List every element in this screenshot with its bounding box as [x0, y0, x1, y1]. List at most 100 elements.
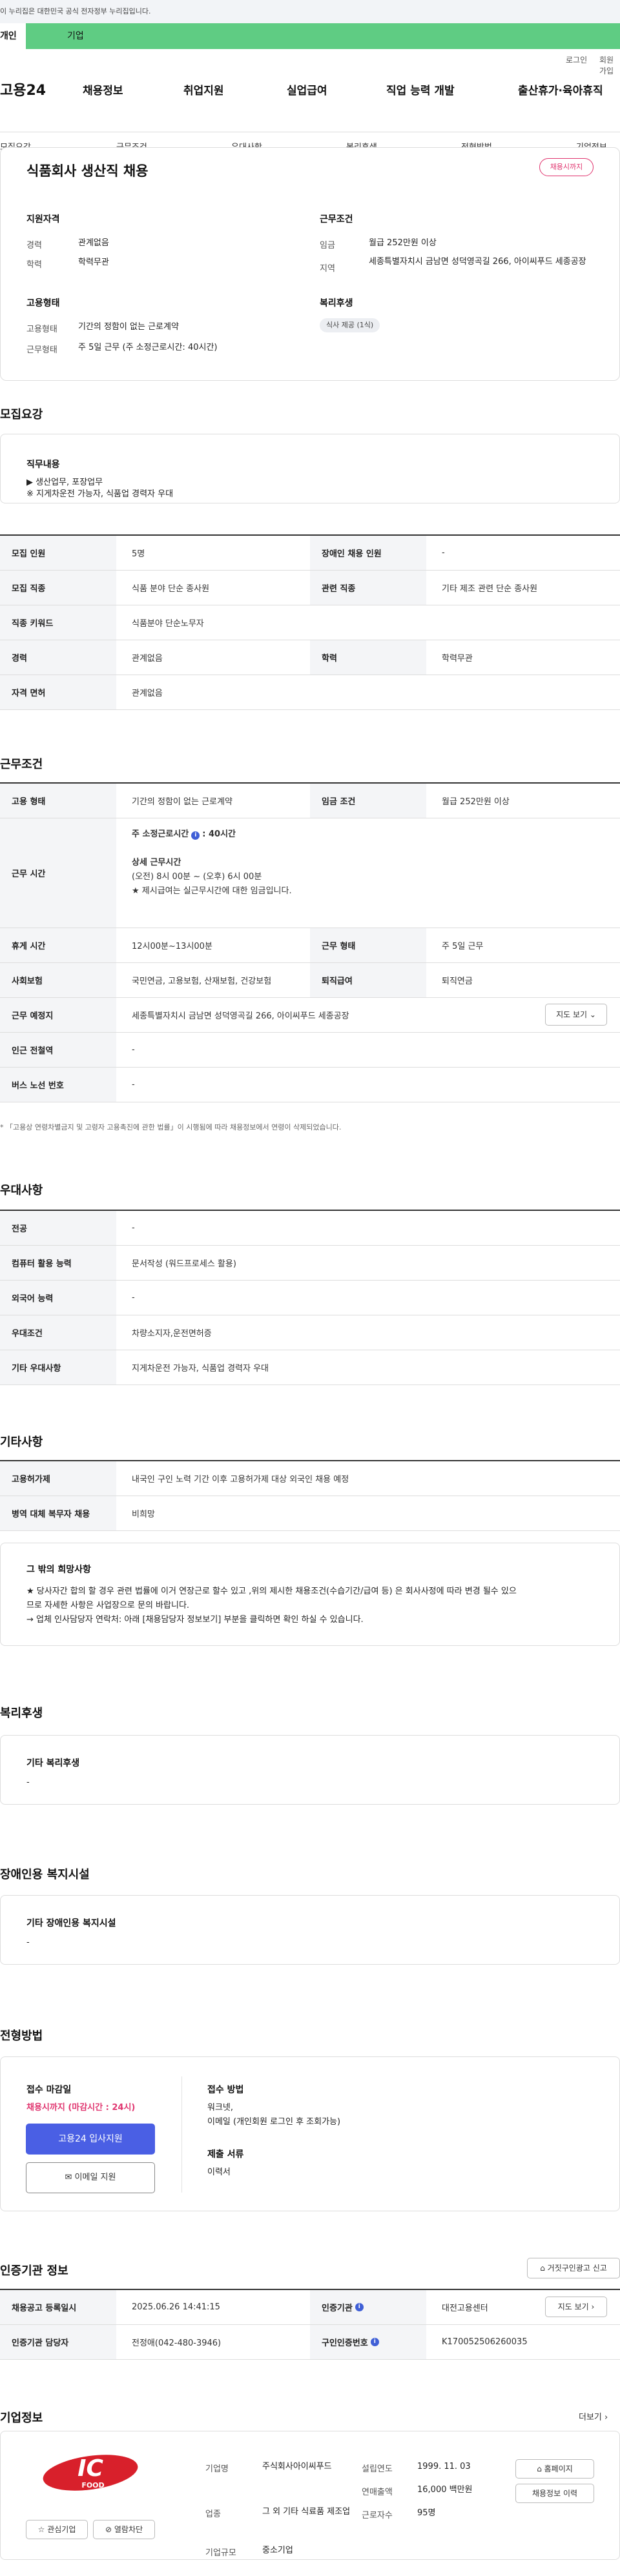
login-link[interactable]: 로그인	[566, 54, 587, 65]
other-line-1: ★ 당사자간 합의 할 경우 관련 법률에 이거 연장근로 할수 있고 ,위의 …	[26, 1587, 517, 1596]
th-major: 전공	[0, 1211, 116, 1245]
deadline-value: 채용시까지 (마감시간 : 24시)	[26, 2103, 136, 2113]
cond-heading: 근무조건	[320, 214, 353, 225]
info-icon[interactable]: i	[370, 2338, 379, 2346]
table-row: 컴퓨터 활용 능력 문서작성 (워드프로세스 활용)	[0, 1246, 620, 1281]
th-job-type: 모집 직종	[0, 571, 116, 605]
welfare-section-title: 복리후생	[0, 1707, 43, 1720]
table-row: 외국어 능력 -	[0, 1281, 620, 1315]
method-line-1: 워크넷,	[207, 2103, 234, 2113]
table-row: 우대조건 차량소지자,운전면허증	[0, 1315, 620, 1350]
divider	[181, 2076, 182, 2193]
block-view-button[interactable]: ⊘ 열람차단	[93, 2520, 155, 2539]
mail-icon: ✉	[65, 2173, 72, 2182]
td-major: -	[132, 1223, 135, 1233]
utility-bar: 로그인 회원가입	[0, 49, 620, 76]
chevron-right-icon: ›	[604, 2413, 608, 2422]
work-table: 고용 형태 기간의 정함이 없는 근로계약 임금 조건 월급 252만원 이상 …	[0, 782, 620, 1102]
td-language: -	[132, 1293, 135, 1303]
homepage-button[interactable]: ⌂ 홈페이지	[515, 2459, 594, 2479]
region-value: 세종특별자치시 금남면 성덕영곡길 266, 아이씨푸드 세종공장	[369, 257, 586, 267]
td-career: 관계없음	[132, 654, 163, 664]
duty-line-2: ※ 지게차운전 가능자, 식품업 경력자 우대	[26, 489, 174, 499]
wage-note: ★ 제시급여는 실근무시간에 대한 임금입니다.	[132, 886, 292, 896]
company-size-label: 기업규모	[205, 2548, 236, 2558]
age-notice: * 「고용상 연령차별금지 및 고령자 고용촉진에 관한 법률」이 시행됨에 따…	[0, 1123, 342, 1131]
th-retirement: 퇴직급여	[310, 963, 426, 997]
company-staff-label: 근로자수	[362, 2511, 393, 2520]
global-nav: 고용24 채용정보 취업지원 실업급여 직업 능력 개발 출산휴가·육아휴직	[0, 67, 620, 107]
edu-label: 학력	[26, 260, 42, 270]
homepage-label: 홈페이지	[544, 2464, 573, 2473]
docs-heading: 제출 서류	[207, 2149, 244, 2160]
td-insurance: 국민연금, 고용보험, 산재보험, 건강보험	[132, 977, 272, 986]
gnb-menu-leave[interactable]: 출산휴가·육아휴직	[518, 81, 603, 97]
tab-company[interactable]: 기업	[26, 23, 620, 49]
tab-personal[interactable]: 개인	[0, 23, 26, 49]
user-type-tabs: 개인 기업	[0, 23, 620, 49]
company-staff-value: 95명	[417, 2508, 436, 2518]
td-permit: 내국인 구인 노력 기간 이후 고용허가제 대상 외국인 채용 예정	[132, 1475, 349, 1485]
company-sales-label: 연매출액	[362, 2488, 393, 2497]
gnb-menu-unemployment[interactable]: 실업급여	[287, 81, 327, 97]
gnb-menu-support[interactable]: 취업지원	[183, 81, 224, 97]
td-break: 12시00분~13시00분	[132, 942, 212, 951]
table-row: 기타 우대사항 지게차운전 가능자, 식품업 경력자 우대	[0, 1350, 620, 1385]
detail-hours-heading: 상세 근무시간	[132, 858, 181, 867]
email-apply-button[interactable]: ✉ 이메일 지원	[26, 2162, 155, 2193]
weekly-hours-value: : 40시간	[202, 829, 236, 839]
star-icon: ☆	[37, 2525, 45, 2534]
gnb-menu-jobs[interactable]: 채용정보	[83, 81, 123, 97]
site-logo[interactable]: 고용24	[0, 79, 46, 99]
td-education: 학력무관	[442, 654, 473, 664]
welfare-heading: 복리후생	[320, 298, 353, 309]
th-headcount: 모집 인원	[0, 536, 116, 570]
report-ad-label: 거짓구인광고 신고	[547, 2264, 607, 2273]
job-history-button[interactable]: 채용정보 이력	[515, 2484, 594, 2503]
td-retirement: 퇴직연금	[442, 977, 473, 986]
table-row: 모집 인원 5명 장애인 채용 인원 -	[0, 536, 620, 571]
etc-table: 고용허가제 내국인 구인 노력 기간 이후 고용허가제 대상 외국인 채용 예정…	[0, 1460, 620, 1531]
th-computer: 컴퓨터 활용 능력	[0, 1246, 116, 1280]
company-sales-value: 16,000 백만원	[417, 2485, 473, 2495]
th-wage: 임금 조건	[310, 784, 426, 818]
table-row: 경력 관계없음 학력 학력무관	[0, 640, 620, 675]
company-more-link[interactable]: 더보기 ›	[579, 2410, 608, 2422]
emp-value: 기간의 정함이 없는 근로계약	[78, 322, 179, 332]
table-row: 고용 형태 기간의 정함이 없는 근로계약 임금 조건 월급 252만원 이상	[0, 784, 620, 818]
company-size-value: 중소기업	[262, 2546, 293, 2555]
td-shift: 주 5일 근무	[442, 942, 484, 951]
career-label: 경력	[26, 241, 42, 250]
table-row: 근무 시간 주 소정근로시간 i: 40시간 상세 근무시간 (오전) 8시 00…	[0, 818, 620, 928]
th-license: 자격 면허	[0, 675, 116, 709]
info-icon[interactable]: i	[355, 2303, 364, 2311]
wage-value: 월급 252만원 이상	[369, 238, 437, 248]
th-reg-date: 채용공고 등록일시	[0, 2290, 116, 2324]
th-prefer-etc: 기타 우대사항	[0, 1350, 116, 1384]
th-agency-manager: 인증기관 담당자	[0, 2325, 116, 2359]
agency-map-label: 지도 보기	[557, 2302, 589, 2311]
td-subway: -	[132, 1045, 135, 1055]
td-workplace: 세종특별자치시 금남면 성덕영곡길 266, 아이씨푸드 세종공장	[132, 1011, 349, 1021]
disability-section-title: 장애인용 복지시설	[0, 1868, 90, 1881]
th-related-job: 관련 직종	[310, 571, 426, 605]
gnb-menu-training[interactable]: 직업 능력 개발	[386, 81, 455, 97]
chevron-right-icon: ›	[591, 2302, 595, 2311]
td-keyword: 식품분야 단순노무자	[132, 619, 204, 629]
apply-button[interactable]: 고용24 입사지원	[26, 2124, 155, 2155]
table-row: 인근 전철역 -	[0, 1033, 620, 1068]
table-row: 사회보험 국민연금, 고용보험, 산재보험, 건강보험 퇴직급여 퇴직연금	[0, 963, 620, 998]
td-license: 관계없음	[132, 689, 163, 698]
other-box: 그 밖의 희망사항 ★ 당사자간 합의 할 경우 관련 법률에 이거 연장근로 …	[0, 1543, 620, 1646]
table-row: 버스 노선 번호 -	[0, 1068, 620, 1102]
report-ad-button[interactable]: ⌂ 거짓구인광고 신고	[527, 2258, 620, 2278]
th-bus: 버스 노선 번호	[0, 1068, 116, 1102]
info-icon[interactable]: i	[191, 831, 200, 840]
favorite-company-button[interactable]: ☆ 관심기업	[26, 2520, 88, 2539]
table-row: 휴게 시간 12시00분~13시00분 근무 형태 주 5일 근무	[0, 928, 620, 963]
th-career: 경력	[0, 640, 116, 674]
table-row: 전공 -	[0, 1211, 620, 1246]
th-military: 병역 대체 복무자 채용	[0, 1496, 116, 1530]
agency-map-button[interactable]: 지도 보기 ›	[545, 2297, 607, 2317]
map-button[interactable]: 지도 보기 ⌄	[545, 1004, 607, 1026]
